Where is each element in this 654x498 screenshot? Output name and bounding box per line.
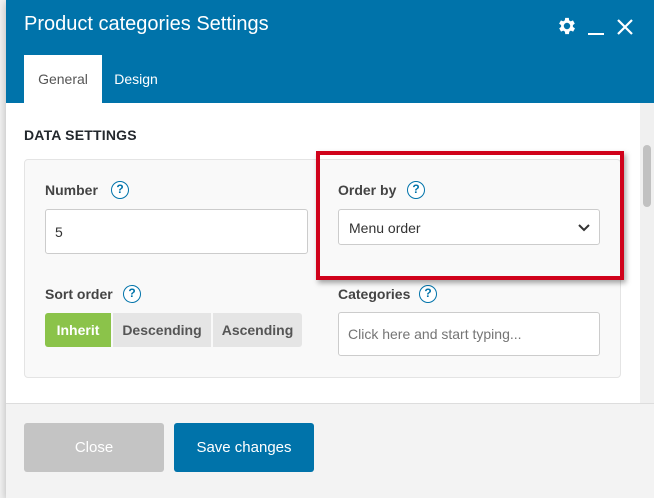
number-label: Number [45,182,98,198]
tab-design[interactable]: Design [104,55,168,103]
sort-order-label: Sort order [45,286,113,302]
close-icon[interactable] [615,17,635,42]
sort-ascending-button[interactable]: Ascending [213,313,302,347]
chevron-down-icon [577,220,591,237]
minimize-icon[interactable] [586,18,606,43]
modal-footer: Close Save changes [6,403,654,498]
categories-label: Categories [338,286,411,302]
scrollbar[interactable] [640,103,654,403]
help-icon[interactable]: ? [111,181,129,199]
gear-icon[interactable] [556,15,578,42]
sort-inherit-button[interactable]: Inherit [45,313,111,347]
settings-modal: Product categories Settings General Desi… [6,0,654,498]
order-by-label: Order by [338,182,397,198]
scrollbar-thumb[interactable] [643,145,651,207]
categories-input[interactable] [338,312,600,356]
order-by-select[interactable]: Menu order [338,209,600,245]
sort-descending-button[interactable]: Descending [113,313,211,347]
close-button[interactable]: Close [24,423,164,472]
section-title: DATA SETTINGS [24,127,137,143]
order-by-value: Menu order [349,220,421,236]
tab-general[interactable]: General [24,55,102,103]
number-input[interactable] [45,209,308,254]
settings-body: DATA SETTINGS Number ? Order by ? Menu o… [6,103,640,403]
save-changes-button[interactable]: Save changes [174,423,314,472]
modal-header: Product categories Settings General Desi… [6,0,654,103]
help-icon[interactable]: ? [419,285,437,303]
help-icon[interactable]: ? [407,181,425,199]
help-icon[interactable]: ? [123,285,141,303]
modal-title: Product categories Settings [24,13,269,35]
